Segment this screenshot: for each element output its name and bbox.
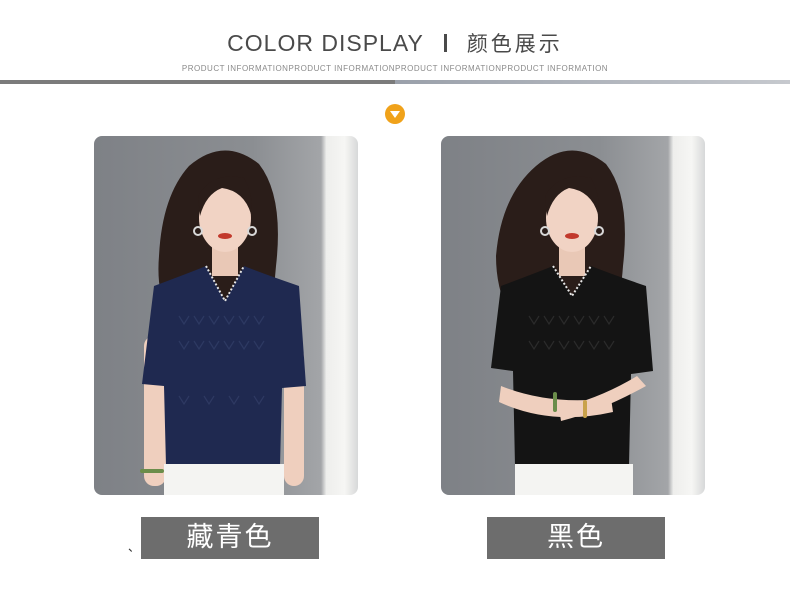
product-photo-navy <box>94 136 358 495</box>
color-label-black: 黑色 <box>487 517 665 559</box>
divider-line-left <box>0 80 395 84</box>
section-subtitle: PRODUCT INFORMATIONPRODUCT INFORMATIONPR… <box>181 64 609 73</box>
product-photo-black <box>441 136 705 495</box>
divider-line-right <box>395 80 790 84</box>
section-title-en: COLOR DISPLAY <box>227 30 424 56</box>
section-title: COLOR DISPLAY 颜色展示 <box>0 28 790 58</box>
color-label-navy: 藏青色 <box>141 517 319 559</box>
title-divider <box>443 34 447 52</box>
section-title-cn: 颜色展示 <box>466 32 563 56</box>
black-top-shape <box>491 266 653 466</box>
chevron-down-icon <box>385 104 405 124</box>
tick-mark: 、 <box>128 540 141 554</box>
